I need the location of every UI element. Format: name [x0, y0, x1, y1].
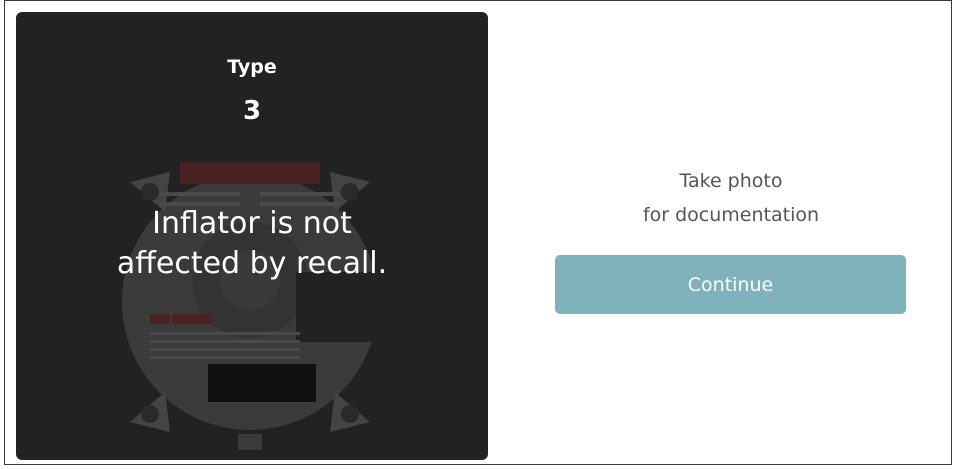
recall-status-message: Inflator is not affected by recall.: [56, 204, 448, 284]
photo-instruction-line-1: Take photo: [679, 170, 783, 192]
type-number: 3: [242, 96, 262, 126]
photo-instruction-line-2: for documentation: [642, 204, 820, 226]
type-label: Type: [227, 56, 277, 78]
continue-button[interactable]: Continue: [555, 255, 906, 314]
photo-instruction: Take photo for documentation: [556, 164, 906, 232]
recall-status-line-1: Inflator is not: [152, 206, 352, 241]
inflator-label-image: [122, 162, 380, 450]
recall-status-line-2: affected by recall.: [116, 246, 388, 281]
inflator-result-card: Type 3 Inflator is not affected by recal…: [16, 12, 488, 460]
